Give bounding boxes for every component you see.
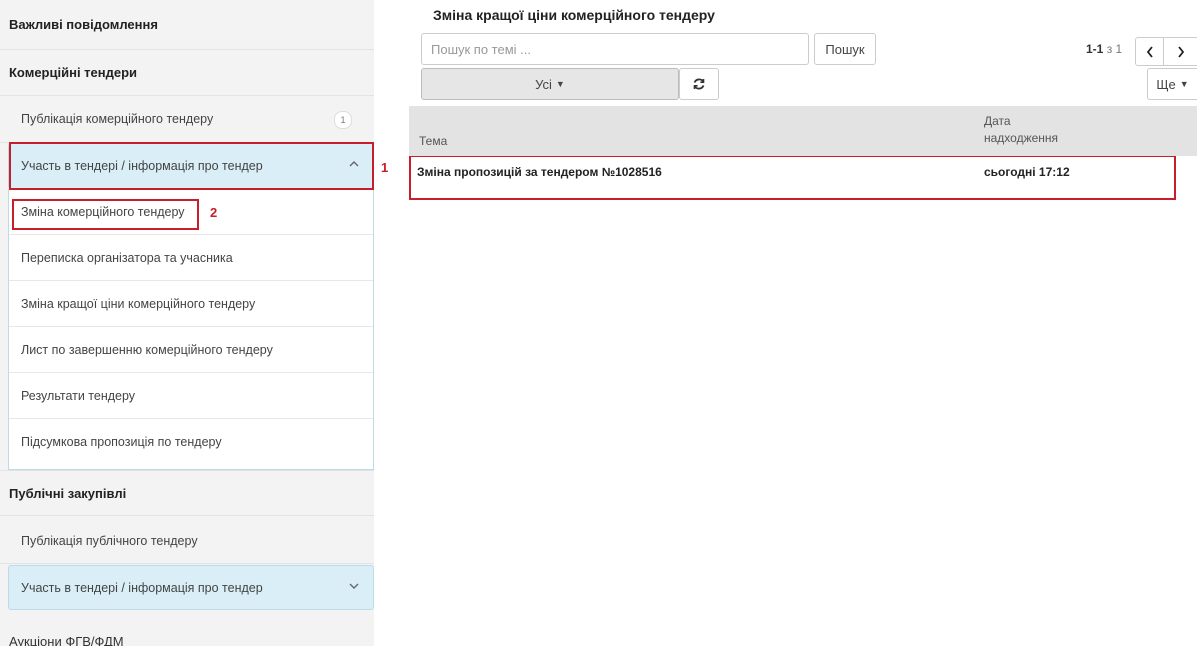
column-header-date-line2[interactable]: надходження [984,131,1058,145]
next-page-button[interactable] [1163,37,1197,66]
refresh-button[interactable] [679,68,719,100]
sidebar-item-label: Публікація комерційного тендеру [21,112,214,126]
filter-label: Усі [535,76,552,92]
pager-info: 1-1 з 1 [1086,42,1122,56]
prev-page-button[interactable] [1135,37,1164,66]
page-title: Зміна кращої ціни комерційного тендеру [433,7,715,23]
annotation-box-2 [12,199,199,230]
pager-range: 1-1 [1086,42,1104,56]
search-button-label: Пошук [825,41,865,57]
annotation-number-2: 2 [210,205,218,220]
submenu-item-correspondence[interactable]: Переписка організатора та учасника [9,235,373,281]
search-input[interactable] [421,33,809,65]
table-header: Тема Дата надходження [409,106,1197,156]
sidebar-item-public-participation[interactable]: Участь в тендері / інформація про тендер [8,565,374,610]
submenu-item-completion-letter[interactable]: Лист по завершенню комерційного тендеру [9,327,373,373]
column-header-date-line1[interactable]: Дата [984,114,1011,128]
participation-submenu: Зміна комерційного тендеру Переписка орг… [8,189,374,470]
chevron-left-icon [1146,45,1153,58]
count-badge: 1 [334,111,352,129]
table-row[interactable]: Зміна пропозицій за тендером №1028516 сь… [409,156,1197,198]
filter-dropdown[interactable]: Усі ▼ [421,68,679,100]
chevron-right-icon [1177,45,1184,58]
submenu-label: Підсумкова пропозиція по тендеру [21,435,222,449]
pager-total: 1 [1115,42,1123,56]
sidebar-item-public-procurement[interactable]: Публічні закупівлі [0,470,374,516]
submenu-item-results[interactable]: Результати тендеру [9,373,373,419]
submenu-item-best-price[interactable]: Зміна кращої ціни комерційного тендеру [9,281,373,327]
caret-down-icon: ▼ [555,79,565,89]
more-dropdown[interactable]: Ще ▼ [1147,68,1197,100]
submenu-item-final-offer[interactable]: Підсумкова пропозиція по тендеру [9,419,373,465]
annotation-number-1: 1 [381,160,389,175]
sidebar-item-label: Публікація публічного тендеру [21,533,198,548]
annotation-box-1 [9,142,374,190]
sidebar-item-important[interactable]: Важливі повідомлення [0,0,374,50]
search-button[interactable]: Пошук [814,33,876,65]
sidebar-item-commercial-tenders[interactable]: Комерційні тендери [0,50,374,96]
pager-of: з [1106,42,1113,56]
sidebar-item-publication[interactable]: Публікація комерційного тендеру 1 [0,96,374,143]
more-label: Ще [1156,76,1176,92]
row-subject: Зміна пропозицій за тендером №1028516 [417,165,662,179]
row-date: сьогодні 17:12 [984,165,1070,179]
submenu-label: Лист по завершенню комерційного тендеру [21,342,273,357]
caret-down-icon: ▼ [1179,79,1189,89]
sidebar-item-label: Аукціони ФГВ/ФДМ [9,633,124,646]
sidebar-item-auctions[interactable]: Аукціони ФГВ/ФДМ [0,618,374,646]
sidebar: Важливі повідомлення Комерційні тендери … [0,0,374,646]
submenu-label: Результати тендеру [21,388,136,403]
submenu-label: Зміна кращої ціни комерційного тендеру [21,296,256,311]
submenu-label: Переписка організатора та учасника [21,250,233,265]
sidebar-item-label: Публічні закупівлі [9,485,127,501]
sidebar-item-label: Участь в тендері / інформація про тендер [21,580,263,595]
column-header-subject[interactable]: Тема [419,134,447,148]
sidebar-item-label: Важливі повідомлення [9,17,158,32]
refresh-icon [693,78,705,90]
chevron-down-icon [349,579,359,594]
sidebar-item-label: Комерційні тендери [9,65,138,80]
sidebar-item-public-publication[interactable]: Публікація публічного тендеру [0,518,374,564]
